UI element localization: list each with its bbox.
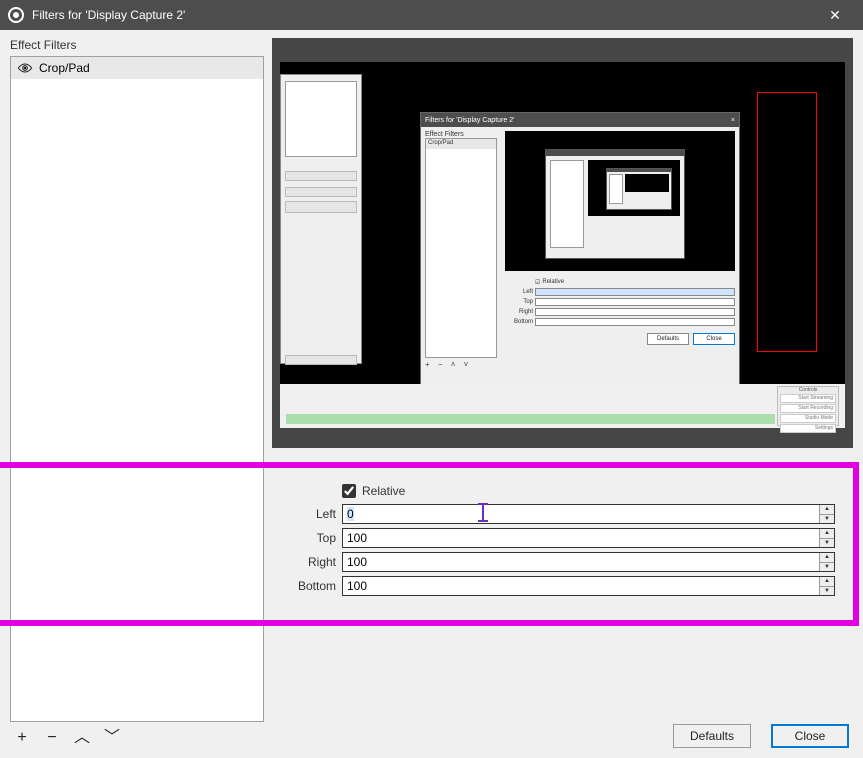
- left-step-up[interactable]: ▲: [820, 505, 834, 515]
- add-filter-button[interactable]: +: [12, 728, 32, 748]
- bottom-input[interactable]: [343, 577, 819, 595]
- close-button[interactable]: Close: [771, 724, 849, 748]
- top-step-down[interactable]: ▼: [820, 539, 834, 548]
- remove-filter-button[interactable]: −: [42, 728, 62, 748]
- nested-relative-label: Relative: [542, 279, 564, 285]
- filter-item-label: Crop/Pad: [39, 61, 90, 75]
- right-step-down[interactable]: ▼: [820, 563, 834, 572]
- effect-filters-label: Effect Filters: [10, 38, 264, 52]
- top-step-up[interactable]: ▲: [820, 529, 834, 539]
- nested-filter-item: Crop/Pad: [426, 139, 496, 149]
- nested-obs-dock: [280, 74, 362, 364]
- move-filter-up-button[interactable]: ︿: [72, 728, 92, 748]
- right-input-wrap[interactable]: ▲▼: [342, 552, 835, 572]
- relative-checkbox[interactable]: [342, 484, 356, 498]
- top-input[interactable]: [343, 529, 819, 547]
- left-label: Left: [278, 507, 336, 521]
- filter-list-controls: + − ︿ ﹀: [10, 722, 264, 750]
- bottom-step-down[interactable]: ▼: [820, 587, 834, 596]
- properties-highlight: Relative Left ▲▼ Top ▲▼ Right: [0, 462, 859, 626]
- close-icon[interactable]: ✕: [815, 7, 855, 24]
- left-step-down[interactable]: ▼: [820, 515, 834, 524]
- filter-preview: Filters for 'Display Capture 2' × Effect…: [272, 38, 853, 448]
- nested-close-icon: ×: [731, 117, 735, 124]
- nested-list-controls: + − ˄ ˅: [425, 358, 497, 369]
- bottom-input-wrap[interactable]: ▲▼: [342, 576, 835, 596]
- move-filter-down-button[interactable]: ﹀: [102, 728, 122, 748]
- left-input-wrap[interactable]: ▲▼: [342, 504, 835, 524]
- dialog-footer: Defaults Close: [673, 724, 849, 748]
- obs-logo-icon: [8, 7, 24, 23]
- nested-main-window-strip: Controls Start Streaming Start Recording…: [280, 384, 845, 428]
- right-label: Right: [278, 555, 336, 569]
- window-title: Filters for 'Display Capture 2': [32, 8, 815, 22]
- top-label: Top: [278, 531, 336, 545]
- visibility-eye-icon[interactable]: [17, 62, 33, 74]
- selection-outline: [757, 92, 817, 352]
- defaults-button[interactable]: Defaults: [673, 724, 751, 748]
- bottom-label: Bottom: [278, 579, 336, 593]
- filter-item-crop-pad[interactable]: Crop/Pad: [11, 57, 263, 79]
- nested-title: Filters for 'Display Capture 2': [425, 117, 514, 124]
- bottom-step-up[interactable]: ▲: [820, 577, 834, 587]
- right-input[interactable]: [343, 553, 819, 571]
- relative-label: Relative: [362, 484, 405, 498]
- left-input[interactable]: [343, 505, 819, 523]
- nested-close-button: Close: [693, 333, 735, 345]
- right-step-up[interactable]: ▲: [820, 553, 834, 563]
- nested-filter-dialog: Filters for 'Display Capture 2' × Effect…: [420, 112, 740, 407]
- nested-defaults-button: Defaults: [647, 333, 689, 345]
- nested-section-label: Effect Filters: [425, 131, 497, 138]
- top-input-wrap[interactable]: ▲▼: [342, 528, 835, 548]
- titlebar: Filters for 'Display Capture 2' ✕: [0, 0, 863, 30]
